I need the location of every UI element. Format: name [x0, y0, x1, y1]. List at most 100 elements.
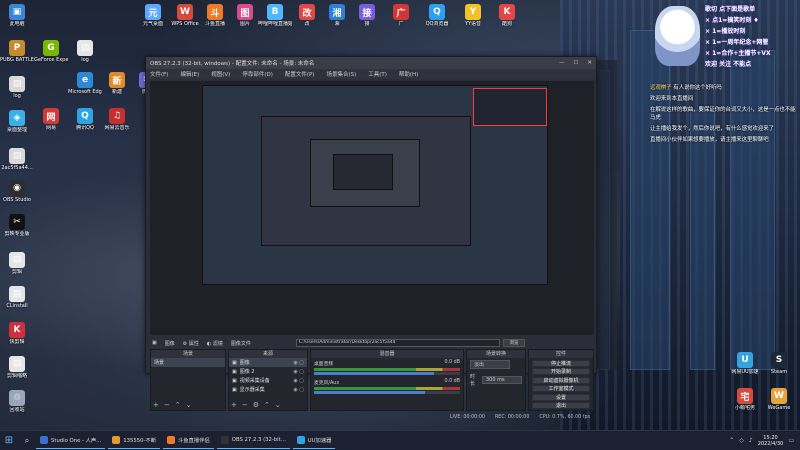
gear-icon[interactable]: ⚙: [253, 401, 259, 409]
menu-item[interactable]: 文件(F): [150, 70, 168, 78]
desktop-icon[interactable]: Q QQ浏览器: [420, 4, 454, 27]
obs-titlebar[interactable]: OBS 27.2.3 (32-bit, windows) - 配置文件: 未命名…: [146, 57, 596, 69]
menu-item[interactable]: 编辑(E): [180, 70, 199, 78]
desktop-icon[interactable]: ▣ 此电脑: [0, 4, 34, 27]
desktop-icon[interactable]: 斗斗鱼直播: [198, 4, 232, 27]
control-button[interactable]: 停止推流: [532, 359, 590, 367]
desktop-icon[interactable]: ◉ OBS Studio: [0, 180, 34, 203]
move-down-icon[interactable]: ⌄: [275, 401, 281, 409]
system-tray: ⌃ ◇ ♪ 15:20 2022/4/30 ▭: [729, 435, 800, 447]
desktop-icon-label: OBS Studio: [3, 197, 31, 203]
app-icon: ▤: [9, 252, 25, 268]
desktop-icon[interactable]: 图图片: [228, 4, 262, 27]
clock[interactable]: 15:20 2022/4/30: [758, 435, 784, 447]
visibility-lock-icon[interactable]: ◉ ▢: [293, 387, 304, 393]
desktop-icon[interactable]: K 快剪辑: [0, 322, 34, 345]
remove-icon[interactable]: −: [164, 401, 170, 409]
network-icon[interactable]: ◇: [739, 437, 744, 444]
desktop-icon[interactable]: 网网易: [34, 108, 68, 131]
desktop-icon[interactable]: ♫ 网易云音乐: [100, 108, 134, 131]
control-button[interactable]: 开始录制: [532, 368, 590, 375]
desktop-icon[interactable]: ▤ 剪辑: [0, 252, 34, 275]
control-button[interactable]: 退出: [532, 402, 590, 409]
menu-item[interactable]: 场景集合(S): [326, 70, 356, 78]
desktop-icon[interactable]: 宅小萌宅男: [728, 388, 762, 411]
volume-slider[interactable]: [314, 372, 460, 375]
desktop-icon[interactable]: e Microsoft Edge: [68, 72, 102, 95]
menu-item[interactable]: 工具(T): [368, 70, 387, 78]
move-up-icon[interactable]: ⌃: [175, 401, 181, 409]
image-path-input[interactable]: C:/Users/Administrator/Desktop/2ac5f5a44: [296, 339, 500, 347]
list-item[interactable]: ▣ 显示器采集 ◉ ▢: [229, 385, 307, 394]
obs-preview[interactable]: [150, 81, 594, 335]
desktop-icon[interactable]: K 酷狗: [490, 4, 524, 27]
desktop-icon[interactable]: ◈ 桌面整理: [0, 110, 34, 133]
browse-button[interactable]: 浏览: [503, 339, 525, 347]
maximize-icon[interactable]: ☐: [573, 60, 578, 66]
menu-item[interactable]: 视图(V): [211, 70, 230, 78]
add-icon[interactable]: +: [231, 401, 237, 409]
volume-icon[interactable]: ♪: [749, 437, 753, 444]
selected-source-outline[interactable]: [473, 88, 547, 126]
move-down-icon[interactable]: ⌄: [186, 401, 192, 409]
desktop-icon[interactable]: S Steam: [762, 352, 796, 375]
visibility-lock-icon[interactable]: ◉ ▢: [293, 369, 304, 375]
visibility-lock-icon[interactable]: ◉ ▢: [293, 360, 304, 366]
desktop-icon[interactable]: W WeGame: [762, 388, 796, 411]
menu-item[interactable]: 配置文件(P): [285, 70, 315, 78]
desktop-icon[interactable]: ♲ 回收站: [0, 390, 34, 413]
taskbar-item[interactable]: UU加速器: [292, 433, 336, 449]
taskbar-item[interactable]: 斗鱼直播伴侣: [163, 433, 214, 449]
preview-canvas[interactable]: [202, 85, 548, 285]
minimize-icon[interactable]: —: [559, 60, 565, 66]
desktop-icon[interactable]: PPUBG BATTLEGR...: [0, 40, 34, 63]
overlay-line: × 1=播放时刻: [705, 28, 746, 35]
tray-chevron-icon[interactable]: ⌃: [729, 437, 734, 444]
desktop-icon[interactable]: W WPS Office: [168, 4, 202, 27]
list-item[interactable]: 场景: [151, 358, 225, 367]
menu-item[interactable]: 帮助(H): [399, 70, 418, 78]
desktop-icon[interactable]: 元元气桌面: [136, 4, 170, 27]
remove-icon[interactable]: −: [242, 401, 248, 409]
obs-window[interactable]: OBS 27.2.3 (32-bit, windows) - 配置文件: 未命名…: [145, 56, 597, 420]
control-button[interactable]: 设置: [532, 393, 590, 401]
desktop-icon[interactable]: B 哔哩哔哩直播姬: [258, 4, 292, 27]
taskbar-item[interactable]: 135550-不断: [108, 433, 160, 449]
menu-item[interactable]: 停靠部件(D): [242, 70, 273, 78]
start-icon[interactable]: ⊞: [0, 431, 18, 450]
desktop-icon[interactable]: ▤ log: [68, 40, 102, 63]
taskbar-item[interactable]: OBS 27.2.3 (32-bit...: [216, 433, 290, 449]
add-icon[interactable]: +: [153, 401, 159, 409]
control-button[interactable]: 启动虚拟摄像机: [532, 376, 590, 384]
desktop-icon[interactable]: 新新建: [100, 72, 134, 95]
move-up-icon[interactable]: ⌃: [264, 401, 270, 409]
volume-slider[interactable]: [314, 391, 460, 394]
desktop-icon[interactable]: GGeForce Experience: [34, 40, 68, 63]
filters-button[interactable]: ◐ 滤镜: [207, 340, 223, 347]
list-item[interactable]: ▣ 图像 ◉ ▢: [229, 358, 307, 367]
duration-input[interactable]: 300 ms: [482, 376, 522, 384]
desktop-icon[interactable]: Q 腾讯QQ: [68, 108, 102, 131]
desktop-icon[interactable]: Y YY语音: [456, 4, 490, 27]
search-icon[interactable]: ⌕: [18, 431, 36, 450]
desktop-icon[interactable]: ▤ log: [0, 76, 34, 99]
desktop-icon[interactable]: ▤ CLinstall: [0, 286, 34, 309]
desktop-icon[interactable]: 接接: [350, 4, 384, 27]
properties-button[interactable]: ⚙ 属性: [183, 340, 199, 347]
visibility-lock-icon[interactable]: ◉ ▢: [293, 378, 304, 384]
notification-icon[interactable]: ▭: [788, 437, 794, 444]
desktop-icon[interactable]: ▤ 2ac5f5a44...: [0, 148, 34, 171]
list-item[interactable]: ▣ 图像 2 ◉ ▢: [229, 367, 307, 376]
channel-name: 麦克风/Aux: [314, 381, 340, 386]
list-item[interactable]: ▣ 视频采集设备 ◉ ▢: [229, 376, 307, 385]
close-icon[interactable]: ✕: [587, 60, 592, 66]
taskbar-item[interactable]: Studio One - 人声...: [36, 433, 106, 449]
desktop-icon[interactable]: 改改: [290, 4, 324, 27]
control-button[interactable]: 工作室模式: [532, 385, 590, 392]
desktop-icon[interactable]: U 网易UU加速: [728, 352, 762, 375]
desktop-icon[interactable]: 广广: [384, 4, 418, 27]
desktop-icon[interactable]: ▤ 剪辑缩略: [0, 356, 34, 379]
desktop-icon[interactable]: ✂ 剪映专业版: [0, 214, 34, 237]
desktop-icon[interactable]: 湘湘: [320, 4, 354, 27]
transition-select[interactable]: 淡出: [470, 360, 510, 369]
